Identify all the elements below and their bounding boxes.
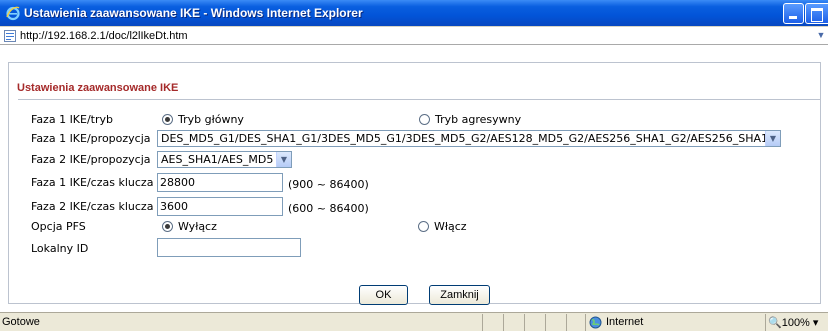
phase1-mode-main-label: Tryb główny bbox=[178, 113, 244, 126]
local-id-label: Lokalny ID bbox=[31, 242, 89, 255]
status-divider bbox=[545, 314, 546, 331]
phase1-key-lifetime-range: (900 ~ 86400) bbox=[288, 178, 369, 191]
security-zone[interactable]: Internet bbox=[585, 314, 765, 331]
phase2-proposal-select[interactable]: AES_SHA1/AES_MD5 ▼ bbox=[157, 151, 292, 168]
status-divider bbox=[765, 314, 766, 331]
phase1-mode-label: Faza 1 IKE/tryb bbox=[31, 113, 114, 126]
phase1-key-lifetime-input[interactable]: 28800 bbox=[157, 173, 283, 192]
status-divider bbox=[524, 314, 525, 331]
phase1-proposal-select[interactable]: DES_MD5_G1/DES_SHA1_G1/3DES_MD5_G1/3DES_… bbox=[157, 130, 781, 147]
pfs-disable-label: Wyłącz bbox=[178, 220, 217, 233]
address-bar[interactable]: http://192.168.2.1/doc/l2lIkeDt.htm ▼ bbox=[0, 26, 828, 45]
zoom-control[interactable]: 🔍100% ▾ bbox=[768, 316, 818, 329]
pfs-label: Opcja PFS bbox=[31, 220, 86, 233]
chevron-down-icon[interactable]: ▼ bbox=[814, 28, 828, 43]
globe-icon bbox=[589, 316, 602, 329]
phase1-mode-aggressive-label: Tryb agresywny bbox=[435, 113, 522, 126]
zoom-icon: 🔍 bbox=[768, 317, 782, 329]
phase1-key-lifetime-label: Faza 1 IKE/czas klucza bbox=[31, 176, 154, 189]
maximize-button[interactable] bbox=[805, 3, 828, 24]
phase1-mode-main-radio[interactable] bbox=[162, 114, 173, 125]
status-divider bbox=[503, 314, 504, 331]
status-text: Gotowe bbox=[2, 316, 40, 328]
phase2-proposal-label: Faza 2 IKE/propozycja bbox=[31, 153, 151, 166]
phase1-proposal-label: Faza 1 IKE/propozycja bbox=[31, 132, 151, 145]
page-icon bbox=[4, 30, 16, 42]
section-divider bbox=[18, 99, 820, 100]
window-titlebar[interactable]: Ustawienia zaawansowane IKE - Windows In… bbox=[0, 0, 828, 26]
phase2-proposal-value: AES_SHA1/AES_MD5 bbox=[161, 153, 274, 166]
phase2-key-lifetime-range: (600 ~ 86400) bbox=[288, 202, 369, 215]
status-bar: Gotowe Internet 🔍100% ▾ bbox=[0, 312, 828, 331]
pfs-disable-radio[interactable] bbox=[162, 221, 173, 232]
phase2-key-lifetime-input[interactable]: 3600 bbox=[157, 197, 283, 216]
minimize-button[interactable] bbox=[783, 3, 804, 24]
pfs-enable-radio[interactable] bbox=[418, 221, 429, 232]
page-content: Ustawienia zaawansowane IKE Faza 1 IKE/t… bbox=[0, 46, 828, 312]
local-id-input[interactable] bbox=[157, 238, 301, 257]
address-url: http://192.168.2.1/doc/l2lIkeDt.htm bbox=[20, 30, 188, 42]
window-title: Ustawienia zaawansowane IKE - Windows In… bbox=[24, 6, 363, 20]
phase1-proposal-value: DES_MD5_G1/DES_SHA1_G1/3DES_MD5_G1/3DES_… bbox=[161, 132, 781, 145]
internet-explorer-icon bbox=[6, 6, 20, 21]
pfs-enable-label: Włącz bbox=[434, 220, 467, 233]
status-divider bbox=[482, 314, 483, 331]
chevron-down-icon[interactable]: ▾ bbox=[813, 317, 819, 329]
zoom-level: 100% bbox=[781, 317, 810, 329]
ok-button[interactable]: OK bbox=[359, 285, 408, 305]
zone-label: Internet bbox=[606, 316, 644, 328]
phase1-mode-aggressive-radio[interactable] bbox=[419, 114, 430, 125]
status-divider bbox=[566, 314, 567, 331]
close-button[interactable]: Zamknij bbox=[429, 285, 490, 305]
section-title: Ustawienia zaawansowane IKE bbox=[17, 82, 179, 94]
phase2-key-lifetime-label: Faza 2 IKE/czas klucza bbox=[31, 200, 154, 213]
chevron-down-icon[interactable]: ▼ bbox=[765, 131, 780, 146]
chevron-down-icon[interactable]: ▼ bbox=[276, 152, 291, 167]
